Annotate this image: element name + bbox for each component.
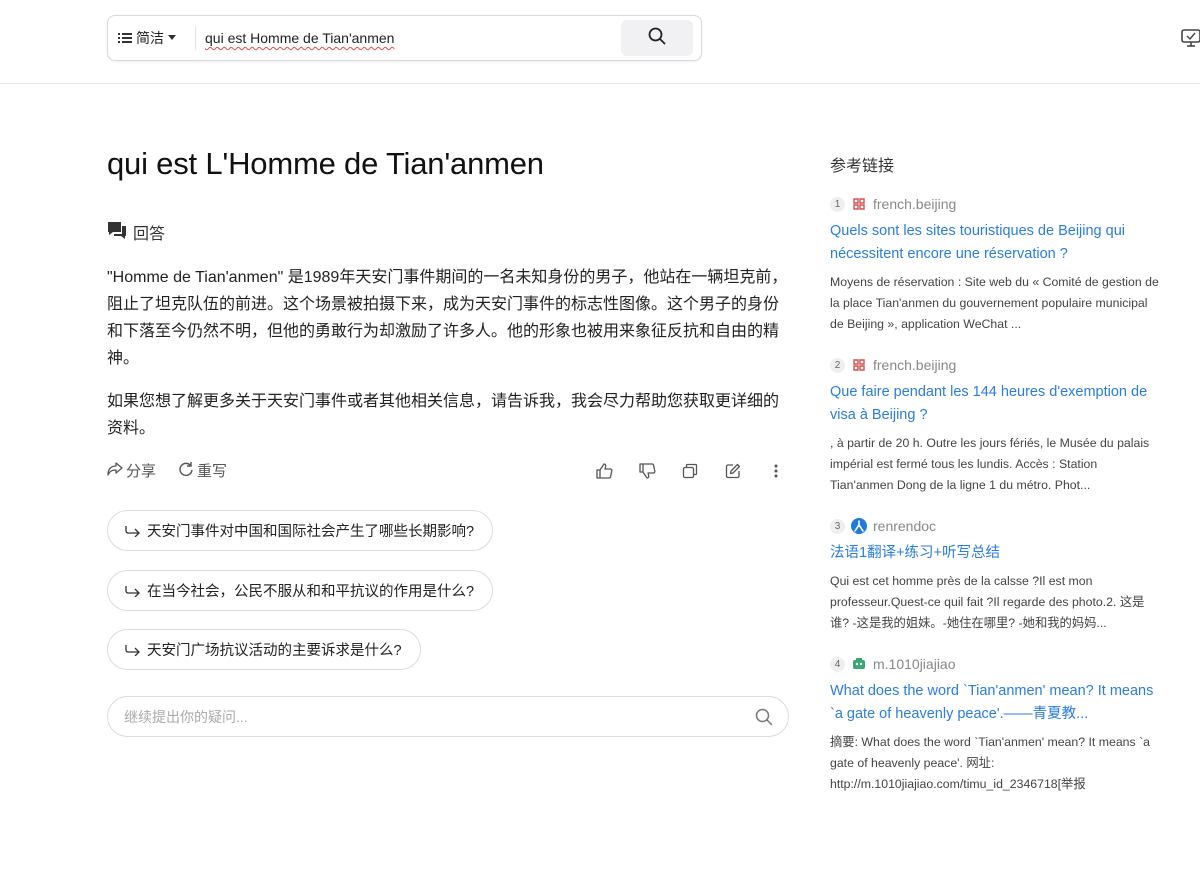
search-input[interactable]: qui est Homme de Tian'anmen	[205, 16, 620, 60]
site-favicon-icon	[851, 196, 867, 212]
mode-label: 简洁	[136, 30, 164, 46]
reference-link[interactable]: 法语1翻译+练习+听写总结	[830, 542, 1160, 565]
refresh-icon	[178, 461, 194, 481]
reference-snippet: , à partir de 20 h. Outre les jours féri…	[830, 436, 1150, 492]
followup-box	[107, 696, 789, 737]
search-icon[interactable]	[755, 708, 773, 731]
reference-number: 4	[830, 656, 845, 672]
reference-link[interactable]: Que faire pendant les 144 heures d'exemp…	[830, 381, 1160, 427]
reference-source[interactable]: 2 french.beijing	[830, 355, 1160, 375]
share-label: 分享	[126, 463, 157, 480]
source-name: french.beijing	[873, 357, 957, 373]
reference-snippet: Moyens de réservation : Site web du « Co…	[830, 275, 1159, 331]
share-button[interactable]: 分享	[107, 460, 156, 481]
reference-item: 3 renrendoc 法语1翻译+练习+听写总结 Qui est cet ho…	[830, 516, 1160, 634]
source-name: french.beijing	[873, 196, 957, 212]
more-icon[interactable]	[767, 462, 785, 480]
return-arrow-icon	[125, 525, 141, 537]
followup-input[interactable]	[124, 697, 724, 736]
reference-number: 1	[830, 196, 845, 212]
reference-link[interactable]: Quels sont les sites touristiques de Bei…	[830, 220, 1160, 266]
suggestion-chip[interactable]: 在当今社会，公民不服从和和平抗议的作用是什么?	[107, 570, 494, 611]
answer-label: 回答	[133, 226, 166, 243]
page-title: qui est L'Homme de Tian'anmen	[107, 146, 544, 181]
reference-item: 1 french.beijing Quels sont les sites to…	[830, 194, 1160, 335]
chat-bubble-icon	[107, 221, 127, 244]
feedback-actions	[595, 462, 785, 480]
reference-item: 4 m.1010jiajiao What does the word `Tian…	[830, 654, 1160, 795]
reference-item: 2 french.beijing Que faire pendant les 1…	[830, 355, 1160, 496]
reference-panel: 参考链接 1 french.beijing Quels sont les sit…	[830, 155, 1160, 791]
suggestion-chip[interactable]: 天安门事件对中国和国际社会产生了哪些长期影响?	[107, 510, 494, 551]
rewrite-label: 重写	[197, 463, 228, 480]
chevron-down-icon	[168, 35, 176, 41]
thumbs-up-icon[interactable]	[595, 462, 613, 480]
suggestion-label: 天安门广场抗议活动的主要诉求是什么?	[147, 643, 402, 659]
mode-dropdown-button[interactable]: 简洁	[118, 16, 176, 60]
suggestion-label: 天安门事件对中国和国际社会产生了哪些长期影响?	[147, 524, 475, 540]
reference-number: 2	[830, 357, 845, 373]
edit-icon[interactable]	[724, 462, 742, 480]
source-name: m.1010jiajiao	[873, 656, 956, 672]
references-title: 参考链接	[830, 158, 895, 175]
reference-link[interactable]: What does the word `Tian'anmen' mean? It…	[830, 680, 1160, 726]
source-name: renrendoc	[873, 518, 937, 534]
return-arrow-icon	[125, 585, 141, 597]
share-icon	[107, 461, 123, 480]
menu-icon	[118, 32, 132, 44]
thumbs-down-icon[interactable]	[638, 462, 656, 480]
copy-icon[interactable]	[681, 462, 699, 480]
reference-source[interactable]: 4 m.1010jiajiao	[830, 654, 1160, 674]
search-button[interactable]	[621, 20, 693, 56]
reference-source[interactable]: 1 french.beijing	[830, 194, 1160, 214]
answer-actions: 分享 重写	[107, 460, 227, 481]
reference-snippet: Qui est cet homme près de la calsse ?Il …	[830, 574, 1145, 630]
person-favicon-icon	[851, 518, 867, 534]
suggestion-label: 在当今社会，公民不服从和和平抗议的作用是什么?	[147, 584, 475, 600]
reference-snippet: 摘要: What does the word `Tian'anmen' mean…	[830, 735, 1151, 791]
reference-number: 3	[830, 518, 845, 534]
monitor-icon[interactable]	[1180, 28, 1200, 50]
suggestion-chip[interactable]: 天安门广场抗议活动的主要诉求是什么?	[107, 629, 421, 670]
answer-paragraph: 如果您想了解更多关于天安门事件或者其他相关信息，请告诉我，我会尽力帮助您获取更详…	[107, 393, 780, 437]
divider	[195, 26, 196, 50]
site-favicon-icon	[851, 357, 867, 373]
return-arrow-icon	[125, 644, 141, 656]
answer-paragraph: "Homme de Tian'anmen" 是1989年天安门事件期间的一名未知…	[107, 269, 788, 367]
site-favicon-icon	[851, 656, 867, 672]
search-icon	[648, 27, 666, 50]
answer-header: 回答	[107, 220, 165, 244]
rewrite-button[interactable]: 重写	[178, 460, 227, 481]
reference-source[interactable]: 3 renrendoc	[830, 516, 1160, 536]
top-bar: 简洁 qui est Homme de Tian'anmen	[0, 0, 1200, 84]
search-box: 简洁 qui est Homme de Tian'anmen	[107, 15, 702, 61]
